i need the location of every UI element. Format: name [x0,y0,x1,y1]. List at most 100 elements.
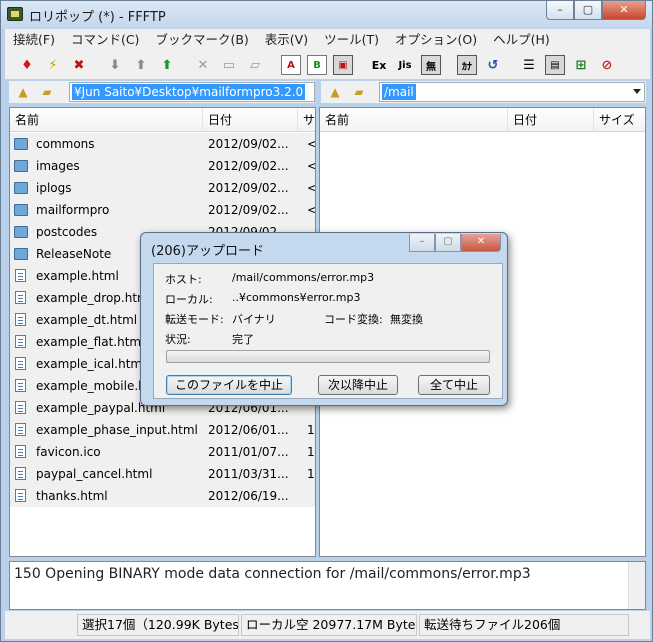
dialog-body: ホスト: /mail/commons/error.mp3 ローカル: ..¥co… [153,263,503,399]
file-name: iplogs [36,181,72,195]
host-value: /mail/commons/error.mp3 [232,271,375,284]
remote-path-input[interactable]: /mail [379,82,645,102]
stop-icon[interactable]: ⊘ [597,55,617,75]
column-attr[interactable]: サ [298,108,315,132]
file-row[interactable]: thanks.html 2012/06/19... [10,485,315,507]
state-value: 完了 [232,333,254,346]
title-bar[interactable]: ロリポップ (*) - FFFTP – ▢ ✕ [1,1,652,29]
refresh-icon[interactable]: ↺ [483,55,503,75]
file-date: 2011/01/07... [208,445,289,459]
dialog-minimize-button[interactable]: – [409,234,435,252]
column-name[interactable]: 名前 [320,108,508,132]
remote-open-folder-icon[interactable]: ▰ [349,83,369,101]
file-date: 2012/06/19... [208,489,289,503]
close-button[interactable]: ✕ [602,1,646,20]
mkdir-icon[interactable]: ▱ [245,55,265,75]
connect-icon[interactable]: ♦ [17,55,37,75]
column-size[interactable]: サイズ [594,108,645,132]
toolbar: ♦ ⚡ ✖ ⬇ ⬆ ⬆ ✕ ▭ ▱ A B ▣ Ex Jis 無 ｶﾅ ↺ ☰ … [5,51,650,79]
file-row[interactable]: iplogs 2012/09/02... < [10,177,315,199]
remote-parent-folder-icon[interactable]: ▲ [325,83,345,101]
file-attr: < [307,133,315,155]
local-path-input[interactable]: ¥Jun Saito¥Desktop¥mailformpro3.2.0 [69,82,315,102]
column-date[interactable]: 日付 [203,108,298,132]
upload-dialog: (206)アップロード – ▢ ✕ ホスト: /mail/commons/err… [140,232,508,406]
file-name: example_ical.html [36,357,146,371]
delete-icon[interactable]: ✕ [193,55,213,75]
folder-icon [14,226,28,238]
menu-view[interactable]: 表示(V) [257,30,316,50]
host-label: ホスト: [165,273,202,286]
minimize-button[interactable]: – [546,1,574,20]
open-folder-icon[interactable]: ▰ [37,83,57,101]
file-row[interactable]: mailformpro 2012/09/02... < [10,199,315,221]
file-icon [15,423,26,436]
dialog-title: (206)アップロード [151,244,264,259]
download-icon[interactable]: ⬇ [105,55,125,75]
log-line: 150 Opening BINARY mode data connection … [14,566,531,582]
detail-view-icon[interactable]: ▤ [545,55,565,75]
menu-help[interactable]: ヘルプ(H) [485,30,558,50]
file-date: 2012/09/02... [208,203,289,217]
file-row[interactable]: paypal_cancel.html 2011/03/31... 1 [10,463,315,485]
file-row[interactable]: images 2012/09/02... < [10,155,315,177]
mirror-upload-icon[interactable]: ⬆ [157,55,177,75]
maximize-button[interactable]: ▢ [574,1,602,20]
abort-file-button[interactable]: このファイルを中止 [166,375,292,395]
folder-icon [14,138,28,150]
local-column-header: 名前 日付 サ [10,108,315,132]
ascii-mode-button[interactable]: A [281,55,301,75]
parent-folder-icon[interactable]: ▲ [13,83,33,101]
menu-options[interactable]: オプション(O) [387,30,485,50]
file-date: 2012/09/02... [208,137,289,151]
file-name: example_dt.html [36,313,138,327]
log-scrollbar[interactable] [628,562,645,609]
rename-icon[interactable]: ▭ [219,55,239,75]
mode-label: 転送モード: [165,313,224,326]
file-row[interactable]: example_phase_input.html 2012/06/01... 1 [10,419,315,441]
abort-rest-button[interactable]: 次以降中止 [318,375,398,395]
upload-icon[interactable]: ⬆ [131,55,151,75]
jis-kanji-button[interactable]: Jis [395,55,415,75]
menu-command[interactable]: コマンド(C) [63,30,147,50]
chevron-down-icon[interactable] [633,89,641,94]
exec-kanji-button[interactable]: Ex [369,55,389,75]
dialog-maximize-button[interactable]: ▢ [435,234,461,252]
file-icon [15,489,26,502]
folder-icon [14,160,28,172]
dialog-close-button[interactable]: ✕ [461,234,501,252]
sync-dir-icon[interactable]: ⊞ [571,55,591,75]
file-row[interactable]: commons 2012/09/02... < [10,133,315,155]
menu-bar: 接続(F) コマンド(C) ブックマーク(B) 表示(V) ツール(T) オプシ… [5,29,650,51]
kana-button[interactable]: ｶﾅ [457,55,477,75]
menu-tools[interactable]: ツール(T) [316,30,387,50]
file-icon [15,467,26,480]
file-icon [15,291,26,304]
local-value: ..¥commons¥error.mp3 [232,291,361,304]
column-name[interactable]: 名前 [10,108,203,132]
file-name: ReleaseNote [36,247,112,261]
quick-connect-icon[interactable]: ⚡ [43,55,63,75]
disconnect-icon[interactable]: ✖ [69,55,89,75]
file-attr: 1 [307,445,315,459]
file-icon [15,313,26,326]
menu-connect[interactable]: 接続(F) [5,30,63,50]
file-icon [15,335,26,348]
binary-mode-button[interactable]: B [307,55,327,75]
no-conversion-button[interactable]: 無 [421,55,441,75]
folder-icon [14,182,28,194]
menu-bookmark[interactable]: ブックマーク(B) [147,30,256,50]
status-bar: 選択17個（120.99K Bytes） ローカル空 20977.17M Byt… [5,611,650,639]
file-name: thanks.html [36,489,108,503]
auto-mode-button[interactable]: ▣ [333,55,353,75]
abort-all-button[interactable]: 全て中止 [418,375,490,395]
file-name: paypal_cancel.html [36,467,153,481]
column-date[interactable]: 日付 [508,108,594,132]
mode-value: バイナリ [232,313,276,326]
file-attr: < [307,177,315,199]
log-window[interactable]: 150 Opening BINARY mode data connection … [9,561,646,610]
file-date: 2012/09/02... [208,159,289,173]
file-row[interactable]: favicon.ico 2011/01/07... 1 [10,441,315,463]
list-view-icon[interactable]: ☰ [519,55,539,75]
file-attr: 1 [307,467,315,481]
